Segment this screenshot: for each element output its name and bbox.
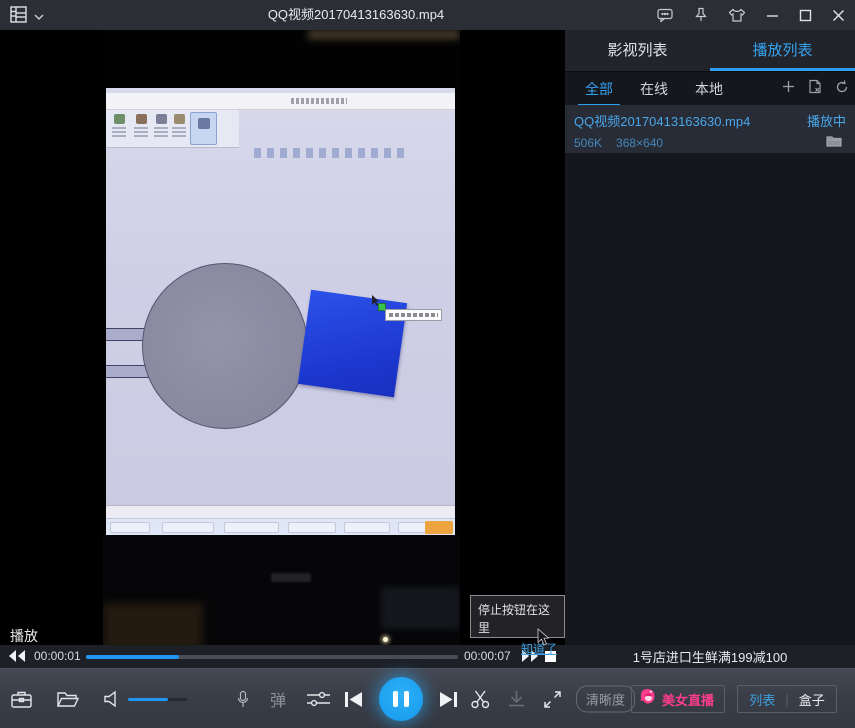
player-window: QQ视频20170413163630.mp4 xyxy=(0,0,855,728)
playlist-sidebar: 影视列表 播放列表 全部 在线 本地 xyxy=(565,30,855,645)
seek-bar[interactable] xyxy=(86,655,458,659)
cad-app-titlebar xyxy=(106,93,455,110)
beauty-live-label: 美女直播 xyxy=(662,690,714,709)
power-led xyxy=(383,637,388,642)
beauty-live-button[interactable]: 美女直播 xyxy=(631,685,725,713)
rewind-icon[interactable] xyxy=(8,649,26,668)
monitor-brand-logo xyxy=(271,573,311,582)
subtab-online[interactable]: 在线 xyxy=(633,73,675,106)
maximize-icon[interactable] xyxy=(799,9,812,22)
speaker-icon[interactable] xyxy=(103,669,121,728)
open-folder-icon[interactable] xyxy=(56,669,80,728)
next-icon[interactable] xyxy=(439,669,458,728)
cad-measure-tooltip xyxy=(385,309,442,321)
cad-gray-circle xyxy=(142,263,308,429)
list-toggle[interactable]: 列表 xyxy=(749,690,775,709)
stop-hint-tooltip: 停止按钮在这里 知道了 xyxy=(470,595,565,638)
danmaku-toggle[interactable]: 弹 xyxy=(270,669,286,728)
cad-app-title-text xyxy=(291,98,347,104)
mic-icon[interactable] xyxy=(237,669,249,728)
skin-tshirt-icon[interactable] xyxy=(728,8,746,23)
background-blur xyxy=(308,30,460,39)
playing-status-badge: 播放中 xyxy=(807,111,846,130)
playlist-item[interactable]: QQ视频20170413163630.mp4 播放中 506K 368×640 xyxy=(565,105,855,153)
cad-cursor-icon xyxy=(371,294,380,312)
minimize-icon[interactable] xyxy=(766,9,779,22)
tab-play-list[interactable]: 播放列表 xyxy=(710,30,855,71)
cad-selected-tool xyxy=(190,112,217,145)
tab-movie-list[interactable]: 影视列表 xyxy=(565,30,710,71)
folder-icon[interactable] xyxy=(826,135,842,150)
download-icon[interactable] xyxy=(507,669,526,728)
divider: | xyxy=(785,692,788,707)
equalizer-icon[interactable] xyxy=(306,669,331,728)
quality-button[interactable]: 清晰度 xyxy=(576,685,635,712)
cad-ribbon-toolbar xyxy=(106,110,239,148)
sidebar-main-tabs: 影视列表 播放列表 xyxy=(565,30,855,72)
desk-glare xyxy=(103,603,203,645)
sidebar-sub-tabs: 全部 在线 本地 xyxy=(565,73,855,105)
list-box-button: 列表 | 盒子 xyxy=(737,685,837,713)
playlist-item-size: 506K xyxy=(574,136,602,150)
scissors-icon[interactable] xyxy=(470,669,491,728)
toolbox-icon[interactable] xyxy=(10,669,33,728)
taskbar-highlight xyxy=(425,521,453,534)
box-toggle[interactable]: 盒子 xyxy=(799,690,825,709)
recorded-monitor-screen xyxy=(106,88,455,535)
current-time: 00:00:01 xyxy=(34,649,81,663)
desk-shadow xyxy=(381,587,460,629)
close-icon[interactable] xyxy=(832,9,845,22)
playlist-item-name[interactable]: QQ视频20170413163630.mp4 xyxy=(574,111,750,130)
monitor-bezel xyxy=(103,535,460,645)
expand-icon[interactable] xyxy=(543,669,562,728)
previous-icon[interactable] xyxy=(344,669,363,728)
pause-button[interactable] xyxy=(379,677,423,721)
cad-statusbar xyxy=(106,505,455,518)
pause-icon xyxy=(393,691,398,707)
girl-icon xyxy=(639,688,656,710)
mouse-cursor xyxy=(537,628,550,651)
pin-icon[interactable] xyxy=(694,7,708,23)
cad-icon-row xyxy=(254,148,406,158)
playlist-item-resolution: 368×640 xyxy=(616,136,663,150)
video-canvas[interactable]: 播放 xyxy=(0,30,565,645)
ad-banner[interactable]: 1号店进口生鲜满199减100 xyxy=(565,645,855,668)
seek-bar-fill xyxy=(86,655,179,659)
video-frame[interactable] xyxy=(103,30,460,645)
osd-play-label: 播放 xyxy=(10,626,38,645)
add-icon[interactable] xyxy=(782,80,795,98)
bottom-toolbar: 弹 清晰度 xyxy=(0,668,855,728)
refresh-icon[interactable] xyxy=(835,80,849,99)
window-title: QQ视频20170413163630.mp4 xyxy=(0,0,712,30)
clear-list-icon[interactable] xyxy=(808,79,822,99)
titlebar[interactable]: QQ视频20170413163630.mp4 xyxy=(0,0,855,30)
volume-slider[interactable] xyxy=(128,698,187,701)
progress-row: 00:00:01 00:00:07 1号店进口生鲜满199减100 xyxy=(0,645,855,668)
windows-taskbar xyxy=(106,518,455,535)
cad-blue-square xyxy=(298,290,407,398)
volume-slider-fill xyxy=(128,698,168,701)
subtab-all[interactable]: 全部 xyxy=(578,73,620,106)
message-icon[interactable] xyxy=(657,8,674,23)
subtab-local[interactable]: 本地 xyxy=(688,73,730,106)
